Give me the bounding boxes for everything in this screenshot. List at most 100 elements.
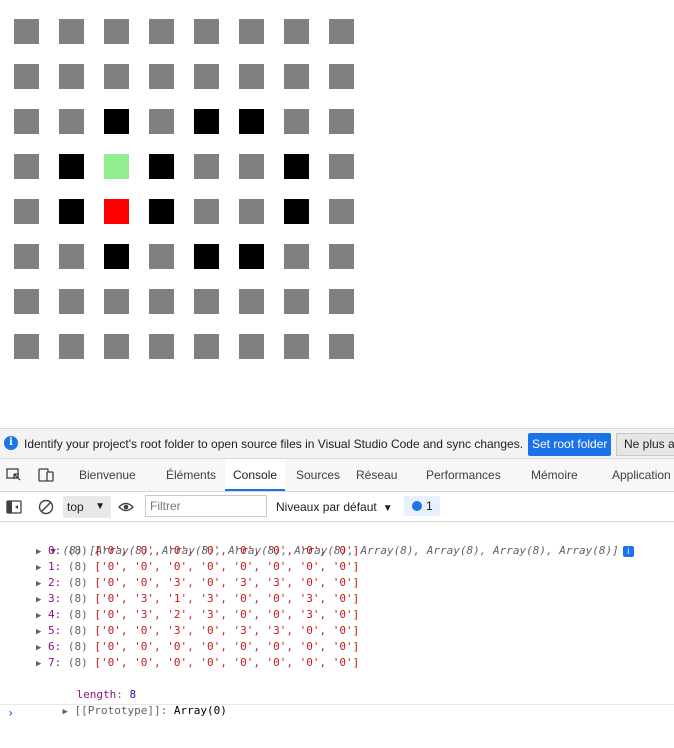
- array-row[interactable]: ▶ 5: (8) ['0', '0', '3', '0', '3', '3', '…: [36, 623, 359, 639]
- tab-application[interactable]: Application: [612, 459, 671, 491]
- context-selector[interactable]: top ▼: [63, 496, 111, 518]
- sidebar-toggle-icon[interactable]: [6, 500, 22, 514]
- message-count-badge[interactable]: 1: [404, 496, 440, 516]
- grid-cell: [239, 19, 264, 44]
- console-output: ▼ (8) [Array(8), Array(8), Array(8), Arra…: [0, 522, 674, 748]
- grid-cell: [194, 334, 219, 359]
- tab-bienvenue[interactable]: Bienvenue: [79, 459, 136, 491]
- array-row[interactable]: ▶ 1: (8) ['0', '0', '0', '0', '0', '0', '…: [36, 559, 359, 575]
- collapsed-triangle-icon: ▶: [62, 707, 68, 717]
- grid-cell: [14, 154, 39, 179]
- grid-cell: [59, 334, 84, 359]
- length-property: length: 8: [76, 688, 137, 701]
- grid-cell: [194, 199, 219, 224]
- grid-cell: [284, 289, 309, 314]
- tab-sources[interactable]: Sources: [296, 459, 340, 491]
- clear-console-icon[interactable]: [38, 499, 54, 515]
- context-value: top: [67, 500, 84, 514]
- grid-cell: [329, 19, 354, 44]
- grid-cell: [329, 334, 354, 359]
- set-root-folder-button[interactable]: Set root folder: [528, 433, 612, 456]
- array-row[interactable]: ▶ 4: (8) ['0', '3', '2', '3', '0', '0', '…: [36, 607, 359, 623]
- log-levels-label: Niveaux par défaut: [276, 500, 377, 514]
- grid-cell: [104, 334, 129, 359]
- array-row[interactable]: ▶ 6: (8) ['0', '0', '0', '0', '0', '0', '…: [36, 639, 359, 655]
- grid-cell: [104, 64, 129, 89]
- grid-cell: [194, 19, 219, 44]
- grid-cell: [104, 109, 129, 134]
- grid-cell: [329, 199, 354, 224]
- banner-message: Identify your project's root folder to o…: [24, 437, 524, 451]
- grid-cell: [284, 244, 309, 269]
- device-emulation-icon[interactable]: [38, 468, 54, 482]
- collapsed-triangle-icon: ▶: [36, 611, 42, 621]
- grid-cell: [329, 154, 354, 179]
- grid-cell: [239, 199, 264, 224]
- tab-performances[interactable]: Performances: [426, 459, 501, 491]
- grid-cell: [239, 109, 264, 134]
- info-icon: i: [4, 436, 18, 450]
- grid-cell: [104, 244, 129, 269]
- grid-cell: [149, 109, 174, 134]
- collapsed-triangle-icon: ▶: [36, 627, 42, 637]
- grid-cell: [149, 289, 174, 314]
- array-summary[interactable]: ▼ (8) [Array(8), Array(8), Array(8), Arra…: [24, 527, 634, 557]
- info-icon[interactable]: i: [622, 545, 634, 557]
- grid-cell: [59, 64, 84, 89]
- grid-cell: [329, 64, 354, 89]
- inspect-element-icon[interactable]: [6, 468, 22, 482]
- live-expression-eye-icon[interactable]: [118, 500, 134, 514]
- filter-input[interactable]: [145, 495, 267, 517]
- game-grid: [0, 0, 674, 420]
- grid-cell: [239, 244, 264, 269]
- grid-cell: [194, 244, 219, 269]
- array-row[interactable]: ▶ 0: (8) ['0', '0', '0', '0', '0', '0', '…: [36, 543, 359, 559]
- tab-reseau[interactable]: Réseau: [356, 459, 397, 491]
- grid-cell: [284, 64, 309, 89]
- array-row[interactable]: ▶ 3: (8) ['0', '3', '1', '3', '0', '0', '…: [36, 591, 359, 607]
- grid-cell: [14, 334, 39, 359]
- array-row[interactable]: ▶ 7: (8) ['0', '0', '0', '0', '0', '0', '…: [36, 655, 359, 671]
- grid-cell: [59, 109, 84, 134]
- console-prompt-icon[interactable]: ›: [7, 706, 14, 720]
- grid-cell: [59, 244, 84, 269]
- prototype-property[interactable]: ▶ [[Prototype]]: Array(0): [36, 687, 227, 717]
- dont-show-again-button[interactable]: Ne plus af: [616, 433, 674, 456]
- grid-cell: [14, 109, 39, 134]
- tab-elements[interactable]: Éléments: [166, 459, 216, 491]
- grid-cell: [14, 199, 39, 224]
- grid-cell: [329, 244, 354, 269]
- array-row[interactable]: ▶ 2: (8) ['0', '0', '3', '0', '3', '3', '…: [36, 575, 359, 591]
- grid-cell: [14, 19, 39, 44]
- grid-cell: [194, 154, 219, 179]
- info-banner: i Identify your project's root folder to…: [0, 428, 674, 459]
- grid-cell: [104, 154, 129, 179]
- grid-cell: [104, 19, 129, 44]
- collapsed-triangle-icon: ▶: [36, 659, 42, 669]
- grid-cell: [239, 64, 264, 89]
- collapsed-triangle-icon: ▶: [36, 579, 42, 589]
- grid-cell: [104, 289, 129, 314]
- grid-cell: [59, 154, 84, 179]
- grid-cell: [194, 64, 219, 89]
- grid-cell: [149, 64, 174, 89]
- tab-memoire[interactable]: Mémoire: [531, 459, 578, 491]
- grid-cell: [239, 154, 264, 179]
- grid-cell: [239, 289, 264, 314]
- grid-cell: [59, 289, 84, 314]
- grid-cell: [239, 334, 264, 359]
- grid-cell: [14, 289, 39, 314]
- grid-cell: [149, 154, 174, 179]
- prompt-divider: [0, 704, 674, 705]
- grid-cell: [104, 199, 129, 224]
- grid-cell: [59, 19, 84, 44]
- grid-cell: [284, 199, 309, 224]
- message-bubble-icon: [412, 501, 422, 511]
- log-levels-dropdown[interactable]: Niveaux par défaut ▼: [276, 496, 393, 518]
- collapsed-triangle-icon: ▶: [36, 643, 42, 653]
- grid-cell: [149, 19, 174, 44]
- collapsed-triangle-icon: ▶: [36, 595, 42, 605]
- grid-cell: [284, 109, 309, 134]
- tab-console[interactable]: Console: [225, 459, 286, 491]
- grid-cell: [59, 199, 84, 224]
